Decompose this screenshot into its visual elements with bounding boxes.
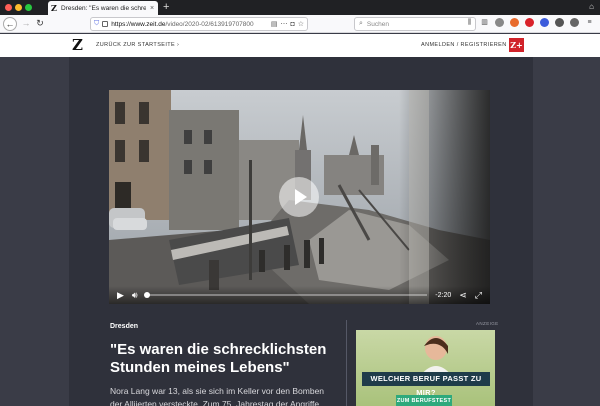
minimize-window-button[interactable] — [15, 4, 22, 11]
extension-icon[interactable] — [495, 18, 504, 27]
url-text[interactable]: https://www.zeit.de/video/2020-02/613919… — [111, 21, 268, 28]
article-headline[interactable]: "Es waren die schrecklichsten Stunden me… — [110, 341, 332, 377]
extension-icon[interactable] — [525, 18, 534, 27]
zplus-logo[interactable]: Z+ — [509, 38, 524, 52]
search-placeholder: Suchen — [366, 20, 389, 28]
play-overlay-button[interactable] — [279, 177, 319, 217]
ad-label: ANZEIGE — [476, 321, 499, 326]
home-icon[interactable]: ⌂ — [589, 2, 594, 11]
ad-cta-button[interactable]: ZUM BERUFSTEST — [396, 395, 452, 406]
tab-close-icon[interactable]: × — [149, 5, 155, 12]
extension-icon[interactable] — [540, 18, 549, 27]
sidebar-icon[interactable]: ▥ — [480, 18, 489, 27]
share-icon[interactable]: ⋖ — [459, 290, 467, 300]
zeit-logo[interactable]: Z — [72, 36, 83, 54]
menu-icon[interactable]: ≡ — [585, 18, 594, 27]
back-button[interactable]: ← — [3, 17, 17, 31]
active-tab[interactable]: Z Dresden: "Es waren die schreckl × — [48, 1, 158, 15]
reload-button[interactable]: ↻ — [33, 17, 47, 31]
browser-nav-bar: ← → ↻ ⛉ https://www.zeit.de/video/2020-0… — [0, 15, 600, 33]
ad-banner-text: WELCHER BERUF PASST ZU MIR? — [362, 372, 490, 397]
toolbar-icons: ⫼ ▥ ≡ — [465, 18, 594, 27]
fullscreen-icon[interactable]: ⤢ — [475, 290, 482, 300]
back-to-home-link[interactable]: ZURÜCK ZUR STARTSEITE › — [96, 42, 179, 48]
advertisement[interactable]: WELCHER BERUF PASST ZU MIR? ZUM BERUFSTE… — [356, 330, 495, 406]
ad-person-image — [420, 336, 452, 376]
video-controls: ▶ 🔊︎ -2:20 ⋖ ⤢ — [109, 286, 490, 304]
new-tab-button[interactable]: + — [163, 0, 169, 14]
search-input[interactable]: ⌕ Suchen — [354, 17, 476, 31]
tracking-shield-icon[interactable]: ⛉ — [94, 20, 99, 28]
article-kicker: Dresden — [110, 323, 139, 330]
play-icon[interactable]: ▶ — [117, 290, 124, 300]
url-bar[interactable]: ⛉ https://www.zeit.de/video/2020-02/6139… — [90, 17, 308, 31]
close-window-button[interactable] — [5, 4, 12, 11]
tab-title: Dresden: "Es waren die schreckl — [61, 4, 146, 12]
volume-icon[interactable]: 🔊︎ — [132, 290, 138, 300]
extension-icon[interactable] — [510, 18, 519, 27]
library-icon[interactable]: ⫼ — [465, 18, 474, 27]
article-teaser: Nora Lang war 13, als sie sich im Keller… — [110, 386, 325, 406]
progress-knob[interactable] — [143, 292, 150, 298]
extension-icon[interactable] — [570, 18, 579, 27]
forward-button[interactable]: → — [19, 17, 33, 31]
bookmark-star-icon[interactable]: ☆ — [298, 20, 304, 28]
browser-tab-bar: Z Dresden: "Es waren die schreckl × + ⌂ — [0, 0, 600, 15]
extension-icon[interactable] — [555, 18, 564, 27]
remaining-time: -2:20 — [435, 291, 452, 299]
pocket-icon[interactable]: ◘ — [290, 21, 294, 28]
maximize-window-button[interactable] — [25, 4, 32, 11]
column-divider — [346, 320, 347, 406]
search-icon: ⌕ — [359, 20, 363, 27]
zeit-favicon-icon: Z — [51, 3, 57, 13]
video-player[interactable]: ▶ 🔊︎ -2:20 ⋖ ⤢ — [109, 90, 490, 304]
reader-view-icon[interactable]: ▤ — [271, 20, 278, 28]
login-register-link[interactable]: ANMELDEN / REGISTRIEREN — [421, 42, 507, 48]
progress-bar[interactable] — [143, 292, 428, 298]
site-header: Z ZURÜCK ZUR STARTSEITE › ANMELDEN / REG… — [0, 34, 600, 57]
lock-icon[interactable] — [102, 21, 109, 27]
more-actions-icon[interactable]: ⋯ — [280, 20, 287, 28]
